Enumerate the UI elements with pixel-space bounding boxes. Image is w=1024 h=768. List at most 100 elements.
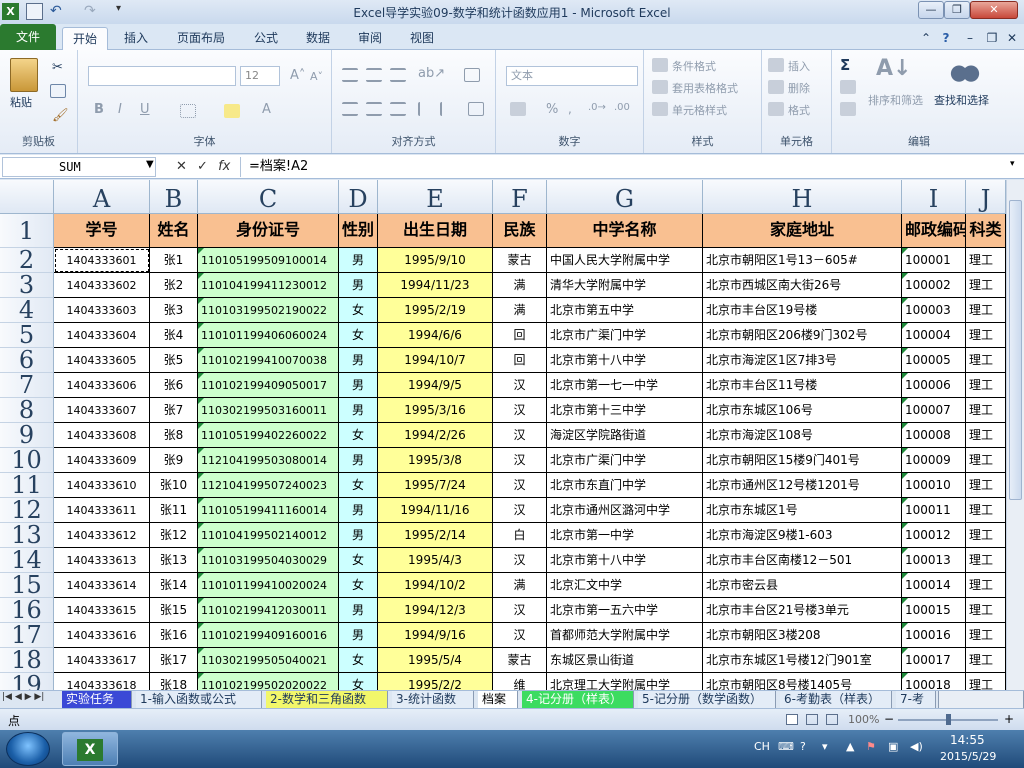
- table-cell[interactable]: 110102199412030011: [198, 598, 339, 623]
- table-cell[interactable]: 1995/3/8: [378, 448, 493, 473]
- table-cell[interactable]: 1404333609: [54, 448, 150, 473]
- table-cell[interactable]: 110105199509100014: [198, 248, 339, 273]
- table-cell[interactable]: 张12: [150, 523, 198, 548]
- row-header[interactable]: 13: [0, 523, 54, 548]
- table-cell[interactable]: 张6: [150, 373, 198, 398]
- sort-filter-button[interactable]: 排序和筛选: [868, 92, 923, 108]
- format-cells-icon[interactable]: [768, 102, 784, 116]
- table-cell[interactable]: 1995/4/3: [378, 548, 493, 573]
- header-cell[interactable]: 家庭地址: [703, 214, 902, 248]
- tab-formulas[interactable]: 公式: [244, 27, 288, 50]
- increase-indent-icon[interactable]: [440, 102, 456, 116]
- table-cell[interactable]: 1994/2/26: [378, 423, 493, 448]
- table-cell[interactable]: 理工: [966, 248, 1006, 273]
- scroll-thumb[interactable]: [1009, 200, 1022, 500]
- column-header-j[interactable]: J: [966, 180, 1006, 214]
- table-cell[interactable]: 中国人民大学附属中学: [547, 248, 703, 273]
- table-cell[interactable]: 女: [339, 423, 378, 448]
- table-cell[interactable]: 北京市第五中学: [547, 298, 703, 323]
- table-cell[interactable]: 北京市第十八中学: [547, 348, 703, 373]
- table-cell[interactable]: 理工: [966, 473, 1006, 498]
- table-cell[interactable]: 理工: [966, 573, 1006, 598]
- tab-view[interactable]: 视图: [400, 27, 444, 50]
- insert-cells-button[interactable]: 插入: [788, 58, 810, 74]
- grow-font-icon[interactable]: A˄: [290, 68, 305, 83]
- table-cell[interactable]: 女: [339, 548, 378, 573]
- vertical-scrollbar[interactable]: [1006, 180, 1024, 690]
- table-cell[interactable]: 女: [339, 573, 378, 598]
- doc-close-icon[interactable]: ✕: [1004, 27, 1020, 50]
- paste-button[interactable]: 粘贴: [10, 94, 32, 110]
- conditional-format-button[interactable]: 条件格式: [672, 58, 716, 74]
- table-cell[interactable]: 北京市第十三中学: [547, 398, 703, 423]
- table-cell[interactable]: 1994/11/16: [378, 498, 493, 523]
- column-header-c[interactable]: C: [198, 180, 339, 214]
- table-cell[interactable]: 张18: [150, 673, 198, 690]
- page-layout-view-icon[interactable]: [806, 714, 818, 725]
- italic-button[interactable]: I: [118, 102, 122, 117]
- table-cell[interactable]: 男: [339, 598, 378, 623]
- cell-styles-button[interactable]: 单元格样式: [672, 102, 727, 118]
- autosum-button[interactable]: Σ: [840, 56, 850, 74]
- align-left-icon[interactable]: [342, 102, 358, 116]
- align-middle-icon[interactable]: [366, 68, 382, 82]
- table-cell[interactable]: 男: [339, 498, 378, 523]
- format-table-icon[interactable]: [652, 80, 668, 94]
- header-cell[interactable]: 科类: [966, 214, 1006, 248]
- table-cell[interactable]: 110101199410020024: [198, 573, 339, 598]
- table-cell[interactable]: 张8: [150, 423, 198, 448]
- start-orb-icon[interactable]: [6, 732, 50, 766]
- close-button[interactable]: ✕: [970, 1, 1018, 19]
- page-break-view-icon[interactable]: [826, 714, 838, 725]
- table-cell[interactable]: 海淀区学院路街道: [547, 423, 703, 448]
- table-cell[interactable]: 北京市东城区106号: [703, 398, 902, 423]
- table-cell[interactable]: 男: [339, 523, 378, 548]
- row-header[interactable]: 8: [0, 398, 54, 423]
- zoom-out-icon[interactable]: −: [884, 712, 894, 726]
- increase-decimal-icon[interactable]: .0→: [588, 102, 606, 113]
- tab-page-layout[interactable]: 页面布局: [166, 27, 236, 50]
- row-header[interactable]: 9: [0, 423, 54, 448]
- sheet-tab[interactable]: 7-考: [896, 691, 936, 708]
- table-cell[interactable]: 1994/9/5: [378, 373, 493, 398]
- table-cell[interactable]: 张14: [150, 573, 198, 598]
- table-cell[interactable]: 理工: [966, 623, 1006, 648]
- sheet-tab[interactable]: 2-数学和三角函数: [266, 691, 388, 708]
- currency-icon[interactable]: [510, 102, 526, 116]
- table-cell[interactable]: 北京市通州区12号楼1201号: [703, 473, 902, 498]
- table-cell[interactable]: 满: [493, 273, 547, 298]
- table-cell[interactable]: 100012: [902, 523, 966, 548]
- name-box-dropdown-icon[interactable]: ▼: [146, 159, 154, 170]
- table-cell[interactable]: 男: [339, 373, 378, 398]
- table-cell[interactable]: 110105199411160014: [198, 498, 339, 523]
- decrease-indent-icon[interactable]: [418, 102, 434, 116]
- table-cell[interactable]: 回: [493, 348, 547, 373]
- select-all-corner[interactable]: [0, 180, 54, 214]
- table-cell[interactable]: 理工: [966, 598, 1006, 623]
- table-cell[interactable]: 北京市朝阳区3楼208: [703, 623, 902, 648]
- table-cell[interactable]: 1404333617: [54, 648, 150, 673]
- table-cell[interactable]: 理工: [966, 523, 1006, 548]
- table-cell[interactable]: 110103199504030029: [198, 548, 339, 573]
- table-cell[interactable]: 1404333608: [54, 423, 150, 448]
- table-cell[interactable]: 北京市丰台区南楼12－501: [703, 548, 902, 573]
- table-cell[interactable]: 理工: [966, 273, 1006, 298]
- table-cell[interactable]: 100009: [902, 448, 966, 473]
- table-cell[interactable]: 北京市朝阳区8号楼1405号: [703, 673, 902, 690]
- table-cell[interactable]: 1995/5/4: [378, 648, 493, 673]
- doc-minimize-icon[interactable]: –: [962, 27, 978, 50]
- table-cell[interactable]: 110102199409160016: [198, 623, 339, 648]
- table-cell[interactable]: 汉: [493, 623, 547, 648]
- sheet-tab[interactable]: 5-记分册（数学函数）: [638, 691, 776, 708]
- clock-date[interactable]: 2015/5/29: [940, 750, 996, 763]
- name-box[interactable]: SUM: [2, 157, 156, 177]
- header-cell[interactable]: 性别: [339, 214, 378, 248]
- table-cell[interactable]: 男: [339, 398, 378, 423]
- column-header-a[interactable]: A: [54, 180, 150, 214]
- format-painter-icon[interactable]: 🖌: [52, 108, 69, 123]
- table-cell[interactable]: 张15: [150, 598, 198, 623]
- table-cell[interactable]: 北京市丰台区11号楼: [703, 373, 902, 398]
- sheet-tab[interactable]: 4-记分册（样表）: [522, 691, 634, 708]
- row-header[interactable]: 16: [0, 598, 54, 623]
- header-cell[interactable]: 学号: [54, 214, 150, 248]
